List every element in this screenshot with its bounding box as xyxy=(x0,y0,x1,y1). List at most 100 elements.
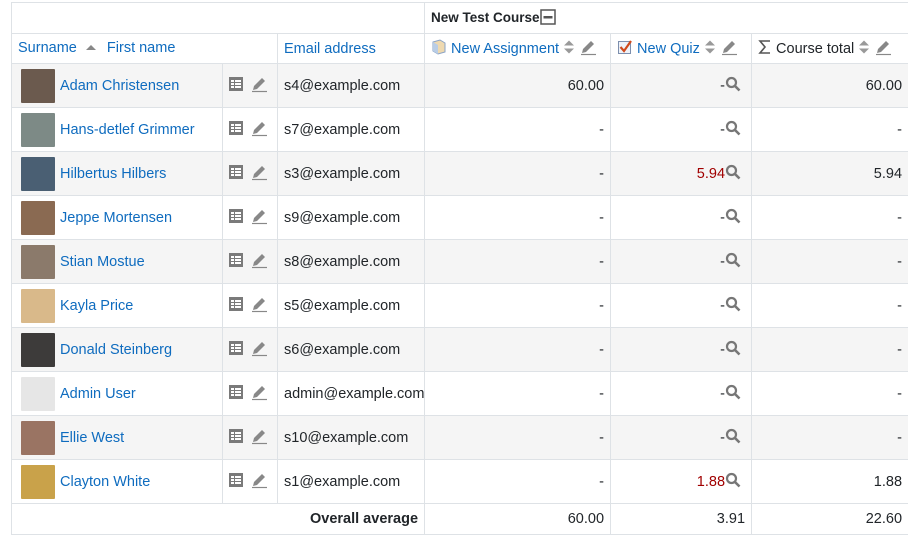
avatar[interactable] xyxy=(21,464,55,499)
avatar[interactable] xyxy=(21,68,55,103)
assignment-column-link[interactable]: New Assignment xyxy=(451,40,559,56)
zoom-icon[interactable] xyxy=(725,384,741,404)
assignment-icon xyxy=(431,38,447,59)
sort-asc-icon xyxy=(85,41,96,57)
assignment-grade: - xyxy=(424,415,612,460)
quiz-column-link[interactable]: New Quiz xyxy=(637,40,700,56)
edit-pencil-icon[interactable] xyxy=(250,295,268,317)
student-name-link[interactable]: Adam Christensen xyxy=(60,77,179,93)
zoom-icon[interactable] xyxy=(725,340,741,360)
firstname-sort-link[interactable]: First name xyxy=(107,40,176,56)
avatar[interactable] xyxy=(21,156,55,191)
user-report-icon[interactable] xyxy=(228,428,244,448)
student-actions-cell xyxy=(222,415,278,460)
surname-sort-link[interactable]: Surname xyxy=(18,40,77,56)
edit-pencil-icon[interactable] xyxy=(720,38,738,60)
student-name-cell: Stian Mostue xyxy=(11,239,223,284)
edit-pencil-icon[interactable] xyxy=(250,471,268,493)
course-total-grade: - xyxy=(751,327,908,372)
edit-pencil-icon[interactable] xyxy=(250,163,268,185)
edit-pencil-icon[interactable] xyxy=(579,38,597,60)
sort-icon[interactable] xyxy=(858,39,870,59)
user-report-icon[interactable] xyxy=(228,208,244,228)
edit-pencil-icon[interactable] xyxy=(250,339,268,361)
edit-pencil-icon[interactable] xyxy=(250,119,268,141)
quiz-grade-cell: 1.88 xyxy=(610,459,753,504)
avg-quiz: 3.91 xyxy=(610,503,753,535)
zoom-icon[interactable] xyxy=(725,120,741,140)
quiz-grade-cell: - xyxy=(610,415,753,460)
student-row: Stian Mostue s8@example.com - - - xyxy=(11,239,908,284)
zoom-icon[interactable] xyxy=(725,164,741,184)
student-name-link[interactable]: Ellie West xyxy=(60,429,124,445)
quiz-icon xyxy=(617,39,633,59)
student-name-link[interactable]: Hans-detlef Grimmer xyxy=(60,121,195,137)
edit-pencil-icon[interactable] xyxy=(250,75,268,97)
student-name-link[interactable]: Kayla Price xyxy=(60,297,133,313)
course-total-grade: - xyxy=(751,283,908,328)
student-actions-cell xyxy=(222,63,278,108)
edit-pencil-icon[interactable] xyxy=(250,427,268,449)
student-name-link[interactable]: Hilbertus Hilbers xyxy=(60,165,166,181)
student-row: Donald Steinberg s6@example.com - - - xyxy=(11,327,908,372)
student-name-cell: Jeppe Mortensen xyxy=(11,195,223,240)
student-name-link[interactable]: Stian Mostue xyxy=(60,253,145,269)
quiz-grade-cell: - xyxy=(610,283,753,328)
total-column-label: Course total xyxy=(776,40,855,57)
zoom-icon[interactable] xyxy=(725,208,741,228)
course-total-grade: 60.00 xyxy=(751,63,908,108)
avatar[interactable] xyxy=(21,112,55,147)
student-name-link[interactable]: Admin User xyxy=(60,385,136,401)
course-total-grade: 1.88 xyxy=(751,459,908,504)
edit-pencil-icon[interactable] xyxy=(874,38,892,60)
student-actions-cell xyxy=(222,195,278,240)
overall-average-row: Overall average 60.00 3.91 22.60 xyxy=(10,503,908,535)
grades-table: New Test Course Surname First name Email… xyxy=(10,2,908,535)
edit-pencil-icon[interactable] xyxy=(250,251,268,273)
sort-icon[interactable] xyxy=(563,39,575,59)
course-total-grade: - xyxy=(751,371,908,416)
quiz-grade: 5.94 xyxy=(696,165,726,182)
edit-pencil-icon[interactable] xyxy=(250,383,268,405)
zoom-icon[interactable] xyxy=(725,472,741,492)
user-report-icon[interactable] xyxy=(228,164,244,184)
student-email: s3@example.com xyxy=(276,151,426,196)
zoom-icon[interactable] xyxy=(725,76,741,96)
student-rows: Adam Christensen s4@example.com 60.00-60.0… xyxy=(11,63,908,504)
avatar[interactable] xyxy=(21,332,55,367)
avatar[interactable] xyxy=(21,244,55,279)
total-header: Course total xyxy=(751,33,908,64)
assignment-header: New Assignment xyxy=(424,33,612,64)
course-header-row: New Test Course xyxy=(10,2,908,34)
student-name-cell: Ellie West xyxy=(11,415,223,460)
student-email: s10@example.com xyxy=(276,415,426,460)
sigma-icon xyxy=(758,39,772,59)
student-email: s4@example.com xyxy=(276,63,426,108)
zoom-icon[interactable] xyxy=(725,252,741,272)
user-report-icon[interactable] xyxy=(228,252,244,272)
user-report-icon[interactable] xyxy=(228,472,244,492)
collapse-icon[interactable] xyxy=(539,8,556,28)
student-actions-cell xyxy=(222,239,278,284)
student-email: s5@example.com xyxy=(276,283,426,328)
avatar[interactable] xyxy=(21,420,55,455)
user-report-icon[interactable] xyxy=(228,76,244,96)
avatar[interactable] xyxy=(21,376,55,411)
student-name-link[interactable]: Clayton White xyxy=(60,473,150,489)
user-report-icon[interactable] xyxy=(228,340,244,360)
zoom-icon[interactable] xyxy=(725,428,741,448)
user-report-icon[interactable] xyxy=(228,384,244,404)
name-header: Surname First name xyxy=(11,33,278,64)
quiz-grade-cell: - xyxy=(610,63,753,108)
zoom-icon[interactable] xyxy=(725,296,741,316)
student-name-cell: Admin User xyxy=(11,371,223,416)
user-report-icon[interactable] xyxy=(228,296,244,316)
email-sort-link[interactable]: Email address xyxy=(284,41,376,57)
avatar[interactable] xyxy=(21,200,55,235)
sort-icon[interactable] xyxy=(704,39,716,59)
avatar[interactable] xyxy=(21,288,55,323)
user-report-icon[interactable] xyxy=(228,120,244,140)
student-name-link[interactable]: Jeppe Mortensen xyxy=(60,209,172,225)
edit-pencil-icon[interactable] xyxy=(250,207,268,229)
student-name-link[interactable]: Donald Steinberg xyxy=(60,341,172,357)
